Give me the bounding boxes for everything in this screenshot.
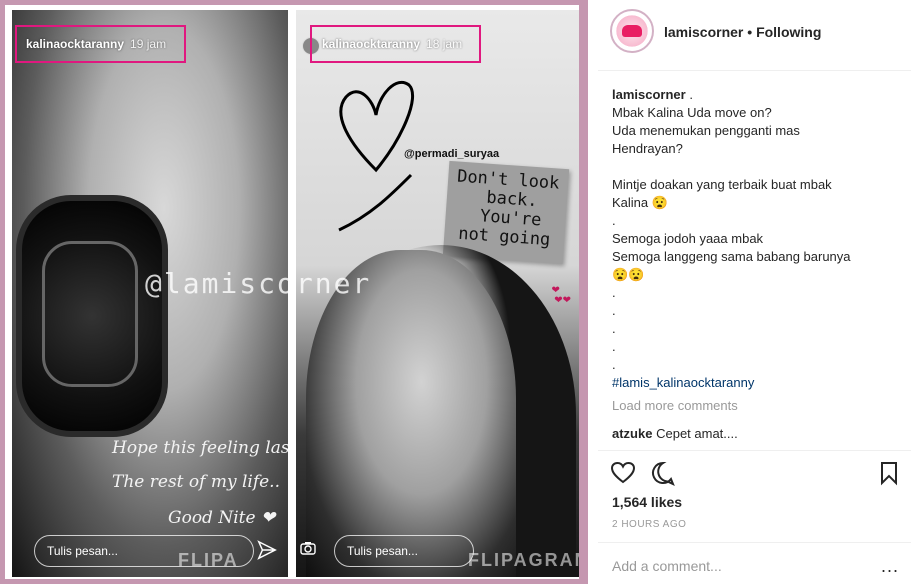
caption-line: . bbox=[612, 303, 616, 318]
wristwatch bbox=[16, 195, 168, 437]
media-frame: kalinaocktaranny 19 jam Hope this feeling… bbox=[5, 5, 579, 579]
add-comment-input[interactable]: Add a comment... bbox=[612, 558, 722, 574]
comment-user[interactable]: atzuke bbox=[612, 426, 652, 441]
caption-line: . bbox=[612, 357, 616, 372]
camera-icon[interactable] bbox=[300, 541, 316, 555]
avatar[interactable] bbox=[610, 9, 654, 53]
highlight-box-left bbox=[15, 25, 186, 63]
sign-text: Don't look back. You're not going bbox=[456, 166, 561, 251]
highlight-box-right bbox=[310, 25, 481, 63]
bookmark-icon[interactable] bbox=[876, 460, 902, 486]
post-media[interactable]: kalinaocktaranny 19 jam Hope this feeling… bbox=[0, 0, 588, 584]
hearts-icon: ❤ ❤❤ bbox=[551, 285, 571, 306]
comment-text: Cepet amat.... bbox=[656, 426, 738, 441]
caption-author[interactable]: lamiscorner bbox=[612, 87, 686, 102]
caption-line bbox=[612, 158, 902, 176]
handwritten-line-2: The rest of my life.. bbox=[112, 472, 280, 492]
action-bar bbox=[610, 460, 900, 486]
caption-line: Uda menemukan pengganti mas bbox=[612, 123, 800, 138]
caption-author-line: lamiscorner . bbox=[612, 86, 902, 104]
more-options-icon[interactable]: ... bbox=[881, 556, 899, 577]
heart-icon[interactable] bbox=[610, 460, 636, 486]
comment-item: atzuke Cepet amat.... bbox=[612, 426, 738, 441]
app-watermark-right: FLIPAGRAN bbox=[468, 550, 579, 570]
caption-line: . bbox=[612, 285, 616, 300]
header-username[interactable]: lamiscorner bbox=[664, 24, 743, 40]
header-line: lamiscorner • Following bbox=[664, 24, 821, 40]
story-mention: @permadi_suryaa bbox=[404, 148, 500, 160]
watermark-text: @lamiscorner bbox=[145, 267, 372, 300]
handwritten-line-1: Hope this feeling lasts bbox=[112, 438, 288, 458]
caption-line: Semoga langgeng sama babang barunya bbox=[612, 249, 851, 264]
load-more-comments-button[interactable]: Load more comments bbox=[612, 398, 738, 413]
caption-line: . bbox=[612, 213, 616, 228]
reply-input-right[interactable]: Tulis pesan... bbox=[334, 535, 474, 567]
post-caption: lamiscorner . Mbak Kalina Uda move on? U… bbox=[612, 86, 902, 392]
post-sidebar: lamiscorner • Following lamiscorner . Mb… bbox=[598, 0, 911, 584]
divider bbox=[598, 450, 911, 451]
caption-author-suffix: . bbox=[685, 87, 693, 102]
header-separator: • bbox=[747, 24, 753, 40]
divider bbox=[598, 542, 911, 543]
caption-line: Mbak Kalina Uda move on? bbox=[612, 105, 772, 120]
caption-line: Hendrayan? bbox=[612, 141, 683, 156]
handwritten-line-3: Good Nite ❤ bbox=[168, 508, 276, 528]
caption-line: Mintje doakan yang terbaik buat mbak bbox=[612, 177, 832, 192]
caption-hashtag[interactable]: #lamis_kalinaocktaranny bbox=[612, 374, 902, 392]
caption-line: Kalina 😧 bbox=[612, 195, 668, 210]
caption-line: . bbox=[612, 321, 616, 336]
app-watermark-left: FLIPA bbox=[178, 550, 239, 570]
comment-icon[interactable] bbox=[650, 460, 676, 486]
following-button[interactable]: Following bbox=[756, 24, 821, 40]
avatar-logo-icon bbox=[622, 25, 642, 37]
likes-count[interactable]: 1,564 likes bbox=[612, 494, 682, 510]
caption-line: . bbox=[612, 339, 616, 354]
caption-line: 😧😧 bbox=[612, 267, 645, 282]
post-timestamp: 2 HOURS AGO bbox=[612, 519, 687, 530]
send-icon[interactable] bbox=[256, 539, 278, 561]
caption-line: Semoga jodoh yaaa mbak bbox=[612, 231, 764, 246]
watch-face bbox=[42, 241, 138, 387]
post-header: lamiscorner • Following bbox=[598, 0, 911, 71]
